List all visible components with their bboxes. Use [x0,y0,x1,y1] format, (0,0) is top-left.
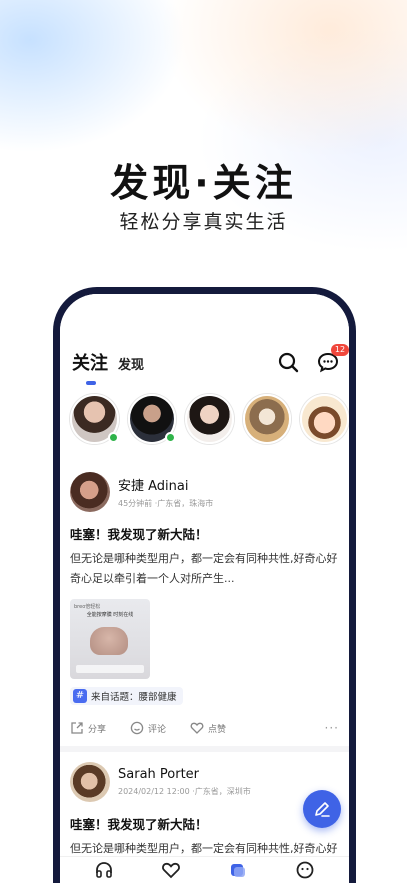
headphones-icon[interactable] [94,860,114,883]
image-footer [76,665,144,673]
author-name[interactable]: 安捷 Adinai [118,475,213,494]
topic-label: 来自话题：腰部健康 [91,692,177,703]
community-tab-icon[interactable] [228,860,248,883]
massager-device-image [90,627,128,655]
post-title: 哇塞！我发现了新大陆！ [70,527,208,542]
post-title: 哇塞！我发现了新大陆！ [70,817,208,832]
share-icon [71,722,83,734]
tab-discover[interactable]: 发现 [118,354,144,373]
post-body: 但无论是哪种类型用户，都一定会有同种共性,好奇心好奇心足以牵引着一个人对所产生.… [70,552,338,585]
profile-tab-icon[interactable] [295,860,315,883]
bottom-tab-bar [60,856,349,883]
stories-row [70,394,349,444]
post-image[interactable]: breo倍轻松 全能按摩膜 时刻在线 [70,599,150,679]
heart-tab-icon[interactable] [161,860,181,883]
avatar[interactable] [70,472,110,512]
story-avatar[interactable] [70,394,119,444]
hashtag-icon: # [73,689,87,703]
share-label: 分享 [88,724,107,735]
search-icon[interactable] [277,351,299,373]
topic-tag[interactable]: # 来自话题：腰部健康 [70,687,183,705]
post-author: Sarah Porter 2024/02/12 12:00 ·广东省，深圳市 [70,762,339,802]
story-avatar[interactable] [185,394,234,444]
tab-follow[interactable]: 关注 [72,349,108,385]
phone-frame: 关注 发现 12 安捷 Adinai 45分钟前 ·广东省，珠海市 哇塞！我发现… [53,287,356,883]
online-indicator [165,432,177,443]
comment-icon [130,721,144,735]
share-button[interactable]: 分享 [70,721,106,735]
image-brand-text: breo倍轻松 [74,604,101,610]
post-separator [60,746,349,752]
comment-button[interactable]: 评论 [130,721,166,735]
image-headline-text: 全能按摩膜 时刻在线 [86,612,134,618]
author-info: 安捷 Adinai 45分钟前 ·广东省，珠海市 [118,475,213,509]
tab-active-indicator [86,381,96,385]
more-options-icon[interactable]: ··· [325,721,339,735]
chat-bubble-icon[interactable]: 12 [317,344,349,373]
hero-title: 发现·关注 [110,161,297,205]
post-actions: 分享 评论 点赞 ··· [70,721,339,735]
top-icons: 12 [277,344,349,373]
top-bar: 关注 发现 12 [72,344,349,385]
message-badge: 12 [331,344,349,356]
story-avatar[interactable] [127,394,177,444]
like-button[interactable]: 点赞 [190,721,226,735]
post-author: 安捷 Adinai 45分钟前 ·广东省，珠海市 [70,472,339,512]
tab-follow-label: 关注 [72,353,108,374]
comment-label: 评论 [148,724,167,735]
hero-subtitle: 轻松分享真实生活 [119,211,288,233]
post-meta: 2024/02/12 12:00 ·广东省，深圳市 [118,787,251,796]
heart-icon [190,722,204,734]
app-screen: 关注 发现 12 安捷 Adinai 45分钟前 ·广东省，珠海市 哇塞！我发现… [60,294,349,883]
avatar[interactable] [70,762,110,802]
compose-button[interactable] [303,790,341,828]
story-avatar[interactable] [242,394,292,444]
author-info: Sarah Porter 2024/02/12 12:00 ·广东省，深圳市 [118,767,251,797]
author-name[interactable]: Sarah Porter [118,767,251,782]
pencil-icon [315,802,330,817]
story-avatar[interactable] [300,394,349,444]
like-label: 点赞 [208,724,227,735]
online-indicator [107,432,119,443]
post-card[interactable]: 安捷 Adinai 45分钟前 ·广东省，珠海市 哇塞！我发现了新大陆！ 但无论… [60,472,349,735]
post-meta: 45分钟前 ·广东省，珠海市 [118,499,214,508]
